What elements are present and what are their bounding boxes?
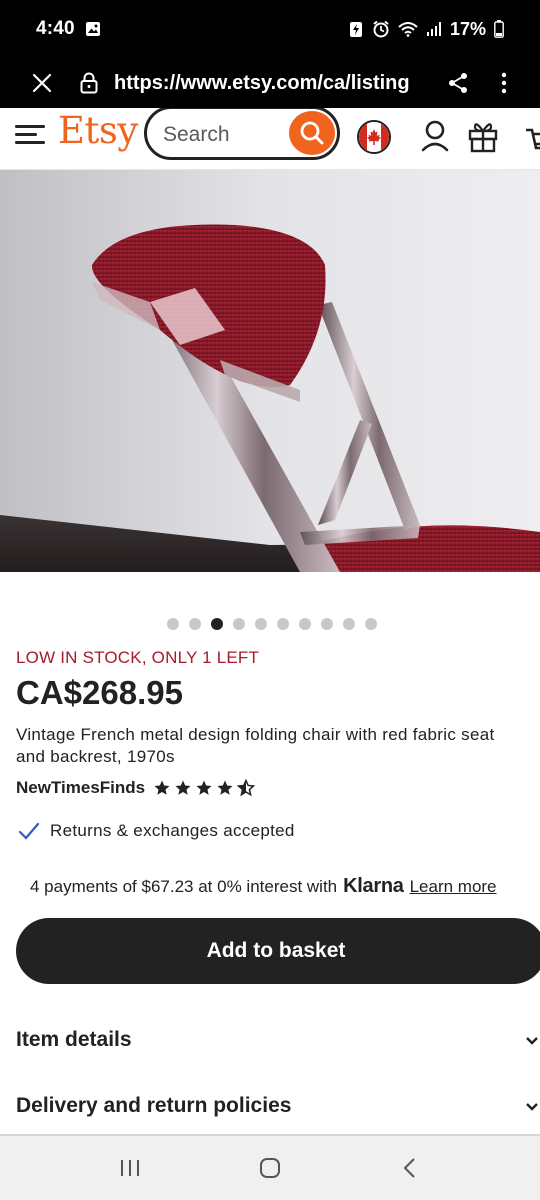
wifi-icon xyxy=(398,21,418,37)
more-options-button[interactable] xyxy=(486,65,522,101)
browser-toolbar: https://www.etsy.com/ca/listing xyxy=(0,58,540,108)
carousel-dot[interactable] xyxy=(210,618,223,630)
etsy-logo[interactable]: Etsy xyxy=(58,109,138,152)
menu-icon[interactable] xyxy=(15,120,45,150)
star-rating[interactable] xyxy=(153,779,256,797)
back-button[interactable] xyxy=(380,1148,440,1188)
region-flag-button[interactable] xyxy=(357,120,391,154)
product-image[interactable] xyxy=(0,170,540,572)
star-icon xyxy=(154,780,170,795)
share-button[interactable] xyxy=(440,65,476,101)
star-icon xyxy=(217,780,233,795)
canada-flag-icon xyxy=(359,122,389,152)
chevron-down-icon xyxy=(526,1037,538,1045)
returns-text: Returns & exchanges accepted xyxy=(50,821,295,840)
product-title: Vintage French metal design folding chai… xyxy=(16,725,495,766)
carousel-dot[interactable] xyxy=(276,618,289,630)
recent-apps-icon xyxy=(121,1160,139,1176)
search-input[interactable] xyxy=(163,121,278,149)
close-icon xyxy=(32,73,52,93)
stock-message: LOW IN STOCK, ONLY 1 LEFT xyxy=(16,648,260,667)
price: CA$268.95 xyxy=(16,674,183,711)
add-to-basket-button[interactable]: Add to basket xyxy=(16,918,540,984)
carousel-dot[interactable] xyxy=(254,618,267,630)
system-nav-bar xyxy=(0,1136,540,1200)
lock-icon[interactable] xyxy=(74,68,104,98)
carousel-dot[interactable] xyxy=(298,618,311,630)
checkmark-icon xyxy=(18,822,40,840)
accordion-label: Delivery and return policies xyxy=(16,1094,292,1117)
status-bar: 4:40 17% xyxy=(0,0,540,58)
user-icon xyxy=(421,120,449,152)
folding-chair-photo xyxy=(0,170,540,572)
carousel-dot[interactable] xyxy=(320,618,333,630)
chevron-down-icon xyxy=(526,1103,538,1111)
shop-row: NewTimesFinds xyxy=(16,778,256,798)
carousel-dot[interactable] xyxy=(364,618,377,630)
star-icon xyxy=(196,780,212,795)
item-details-accordion[interactable]: Item details xyxy=(16,1028,540,1052)
more-vertical-icon xyxy=(501,72,507,94)
recent-apps-button[interactable] xyxy=(100,1148,160,1188)
account-button[interactable] xyxy=(420,118,450,154)
shop-name[interactable]: NewTimesFinds xyxy=(16,778,145,798)
search-icon xyxy=(300,121,324,145)
klarna-logo: Klarna xyxy=(343,875,404,897)
status-time: 4:40 xyxy=(36,18,75,39)
basket-button[interactable] xyxy=(523,120,540,156)
delivery-policies-accordion[interactable]: Delivery and return policies xyxy=(16,1094,540,1118)
returns-info: Returns & exchanges accepted xyxy=(18,820,295,842)
gift-icon xyxy=(468,123,498,153)
url-text[interactable]: https://www.etsy.com/ca/listing xyxy=(114,72,434,95)
carousel-dot[interactable] xyxy=(166,618,179,630)
klarna-text: 4 payments of $67.23 at 0% interest with xyxy=(30,877,338,896)
carousel-dot[interactable] xyxy=(232,618,245,630)
share-icon xyxy=(449,73,467,93)
battery-icon xyxy=(494,20,504,38)
battery-saver-icon xyxy=(348,20,364,38)
image-carousel-dots xyxy=(0,618,540,630)
alarm-icon xyxy=(372,20,390,38)
back-icon xyxy=(403,1158,415,1178)
carousel-dot[interactable] xyxy=(188,618,201,630)
search-box xyxy=(144,108,340,160)
accordion-label: Item details xyxy=(16,1028,132,1051)
site-header: Etsy xyxy=(0,108,540,170)
carousel-dot[interactable] xyxy=(342,618,355,630)
klarna-installments: 4 payments of $67.23 at 0% interest with… xyxy=(30,875,497,898)
basket-icon xyxy=(526,128,540,150)
star-icon xyxy=(175,780,191,795)
gallery-notification-icon xyxy=(85,21,101,37)
klarna-learn-more-link[interactable]: Learn more xyxy=(410,877,497,897)
signal-icon xyxy=(426,21,442,37)
half-star-icon xyxy=(237,779,256,797)
battery-percentage: 17% xyxy=(449,18,486,39)
search-button[interactable] xyxy=(289,111,335,155)
gift-button[interactable] xyxy=(467,118,499,154)
home-button[interactable] xyxy=(240,1148,300,1188)
close-tab-button[interactable] xyxy=(20,61,64,105)
home-icon xyxy=(260,1158,280,1178)
